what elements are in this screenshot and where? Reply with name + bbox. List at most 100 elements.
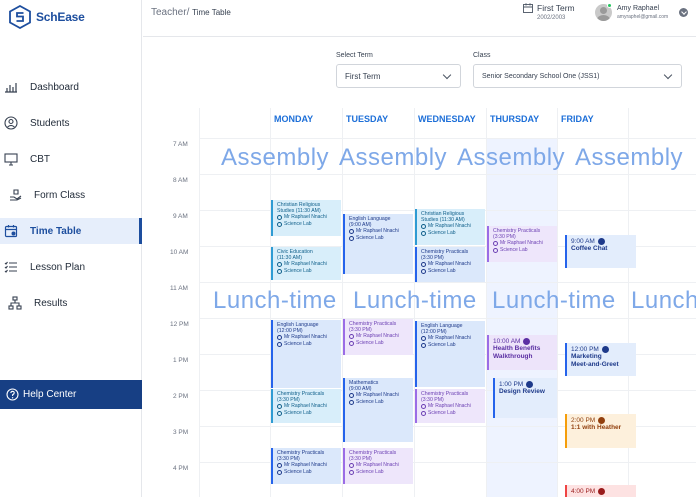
sidebar-item-lesson-plan[interactable]: Lesson Plan <box>0 254 142 280</box>
location-icon <box>277 269 282 275</box>
teacher-icon <box>421 262 426 268</box>
chevron-down-icon <box>663 70 673 80</box>
event-pill[interactable]: 1:00 PM Design Review <box>493 378 557 418</box>
calendar-term-icon <box>523 3 533 13</box>
hand-icon <box>10 189 22 201</box>
time-label: 10 AM <box>170 249 189 256</box>
event-room: Science Lab <box>277 469 339 476</box>
sidebar-item-students[interactable]: Students <box>0 110 142 136</box>
chevron-down-icon[interactable] <box>679 8 688 17</box>
assembly-block-label: Assembly <box>339 144 448 171</box>
event-room: Science Lab <box>421 230 483 237</box>
app-root: SchEase Dashboard Students CBT Form Clas… <box>0 0 696 497</box>
chevron-down-icon <box>442 70 452 80</box>
class-event[interactable]: Chemistry Practicals (3:30 PM) Mr Raphae… <box>343 319 413 355</box>
teacher-icon <box>277 335 282 341</box>
class-event[interactable]: Chemistry Practicals (3:30 PM) Mr Raphae… <box>271 389 341 423</box>
location-icon <box>493 248 498 254</box>
event-name: Health Benefits Walkthrough <box>493 345 541 360</box>
bar-chart-icon <box>5 83 17 93</box>
event-pill[interactable]: 12:00 PM Marketing Meet-and-Greet <box>565 343 636 376</box>
sidebar-item-dashboard[interactable]: Dashboard <box>0 74 142 100</box>
grid-line <box>199 174 696 175</box>
teacher-icon <box>421 224 426 230</box>
day-header-monday: MONDAY <box>274 114 314 124</box>
event-pill[interactable]: 9:00 AM Coffee Chat <box>565 235 636 268</box>
class-event[interactable]: English Language (9:00 AM) Mr Raphael Nn… <box>343 214 413 274</box>
event-teacher: Mr Raphael Nnachi <box>277 462 339 469</box>
event-title: English Language (9:00 AM) <box>349 216 391 229</box>
class-event[interactable]: Chemistry Practicals (3:30 PM) Mr Raphae… <box>415 389 485 423</box>
sidebar: SchEase Dashboard Students CBT Form Clas… <box>0 0 142 497</box>
lunch-block-label: Lunch-time <box>631 287 696 314</box>
class-select[interactable]: Senior Secondary School One (JSS1) <box>473 64 682 88</box>
location-icon <box>277 222 282 228</box>
teacher-icon <box>349 463 354 469</box>
event-room: Science Lab <box>493 247 555 254</box>
help-center-button[interactable]: Help Center <box>0 380 142 409</box>
event-time: 4:00 PM <box>571 488 632 495</box>
event-room: Science Lab <box>277 221 339 228</box>
event-title: Chemistry Practicals (3:30 PM) <box>277 391 325 404</box>
class-event[interactable]: Civic Education (11:30 AM) Mr Raphael Nn… <box>271 247 341 280</box>
lunch-block-label: Lunch-time <box>492 287 616 314</box>
event-teacher: Mr Raphael Nnachi <box>277 403 339 410</box>
event-teacher: Mr Raphael Nnachi <box>349 333 411 340</box>
current-session: 2002/2003 <box>537 15 566 21</box>
sidebar-item-label: Results <box>34 297 68 309</box>
sidebar-item-results[interactable]: Results <box>0 290 142 316</box>
event-status-icon <box>601 346 609 353</box>
teacher-icon <box>277 262 282 268</box>
class-event[interactable]: Chemistry Practicals (3:30 PM) Mr Raphae… <box>415 247 485 282</box>
class-event[interactable]: Chemistry Practicals (3:30 PM) Mr Raphae… <box>271 448 341 484</box>
class-select-value: Senior Secondary School One (JSS1) <box>482 72 600 80</box>
class-event[interactable]: English Language (12:00 PM) Mr Raphael N… <box>415 321 485 387</box>
sidebar-item-time-table[interactable]: Time Table <box>0 218 142 244</box>
event-status-icon <box>526 381 534 388</box>
event-teacher: Mr Raphael Nnachi <box>349 462 411 469</box>
day-header-thursday: THURSDAY <box>490 114 540 124</box>
class-select-label: Class <box>473 52 491 59</box>
app-logo[interactable]: SchEase <box>8 5 85 29</box>
class-event[interactable]: Mathematics (9:00 AM) Mr Raphael Nnachi … <box>343 378 413 442</box>
breadcrumb-parent[interactable]: Teacher/ <box>151 7 189 18</box>
sidebar-item-label: Students <box>30 117 70 129</box>
teacher-icon <box>421 336 426 342</box>
location-icon <box>349 400 354 406</box>
breadcrumb: Teacher/ Time Table <box>151 7 231 18</box>
class-event[interactable]: Chemistry Practicals (3:30 PM) Mr Raphae… <box>487 226 557 262</box>
logo-icon <box>9 5 31 29</box>
event-pill[interactable]: 10:00 AM Health Benefits Walkthrough <box>487 335 557 370</box>
term-select[interactable]: First Term <box>336 64 461 88</box>
event-room: Science Lab <box>421 268 483 275</box>
sidebar-item-cbt[interactable]: CBT <box>0 146 142 172</box>
time-label: 3 PM <box>173 429 189 436</box>
event-room: Science Lab <box>349 399 411 406</box>
event-room: Science Lab <box>421 410 483 417</box>
class-event[interactable]: Chemistry Practicals (3:30 PM) Mr Raphae… <box>343 448 413 484</box>
header-divider <box>143 36 696 37</box>
day-header-wednesday: WEDNESDAY <box>418 114 476 124</box>
event-pill[interactable]: 4:00 PM <box>565 485 636 497</box>
event-title: Chemistry Practicals (3:30 PM) <box>421 249 469 262</box>
class-event[interactable]: Christian Religious Studies (11:30 AM) M… <box>271 200 341 236</box>
user-email: amyraphel@gmail.com <box>617 14 669 20</box>
monitor-icon <box>4 153 18 166</box>
location-icon <box>349 236 354 242</box>
class-event[interactable]: Christian Religious Studies (11:30 AM) M… <box>415 209 485 245</box>
event-pill[interactable]: 2:00 PM 1:1 with Heather <box>565 414 636 448</box>
help-center-label: Help Center <box>23 389 77 400</box>
event-name: Marketing Meet-and-Greet <box>571 353 619 368</box>
user-circle-icon <box>4 116 18 130</box>
event-teacher: Mr Raphael Nnachi <box>349 228 411 235</box>
event-teacher: Mr Raphael Nnachi <box>349 392 411 399</box>
event-room: Science Lab <box>277 341 339 348</box>
assembly-block-label: Assembly <box>457 144 566 171</box>
sidebar-item-label: Time Table <box>30 225 82 237</box>
current-term: First Term <box>537 3 575 13</box>
online-status-dot <box>607 3 612 8</box>
teacher-icon <box>277 404 282 410</box>
sidebar-item-form-class[interactable]: Form Class <box>0 182 142 208</box>
time-label: 12 PM <box>170 321 189 328</box>
class-event[interactable]: English Language (12:00 PM) Mr Raphael N… <box>271 320 341 388</box>
